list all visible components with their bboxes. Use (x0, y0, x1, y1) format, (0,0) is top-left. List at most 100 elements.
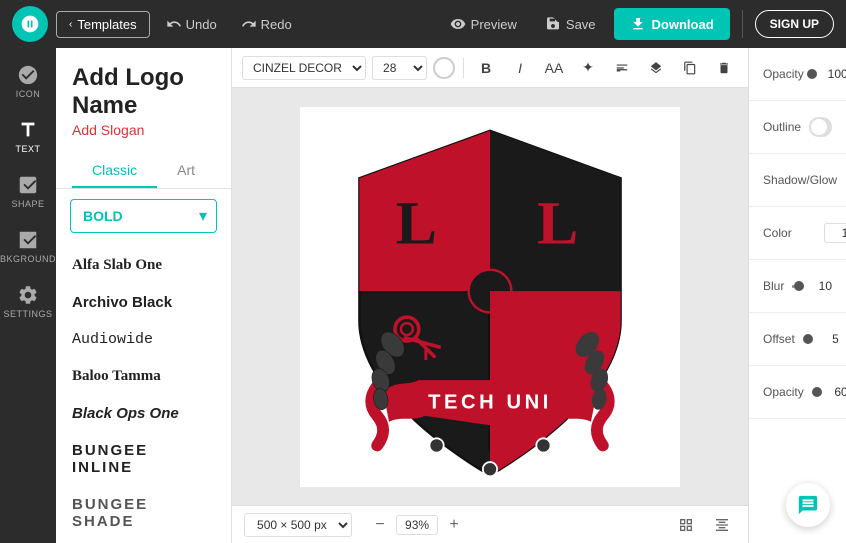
sparkle-button[interactable]: ✦ (574, 54, 602, 82)
align-button[interactable] (608, 54, 636, 82)
main-area: ICON TEXT SHAPE BKGROUND SETTINGS Add Lo… (0, 48, 846, 543)
svg-text:L: L (396, 189, 437, 257)
sidebar-item-text[interactable]: TEXT (0, 111, 56, 162)
panel-subtitle[interactable]: Add Slogan (72, 122, 215, 138)
sidebar-shape-label: SHAPE (11, 199, 44, 209)
download-icon (630, 16, 646, 32)
canvas-container[interactable]: L L (232, 88, 748, 505)
bold-label: B (481, 60, 491, 76)
settings-icon (17, 284, 39, 306)
sidebar-item-shape[interactable]: SHAPE (0, 166, 56, 217)
font-item-audiowide[interactable]: Audiowide (56, 321, 231, 358)
save-button[interactable]: Save (535, 11, 606, 37)
blur-value: 10 (804, 279, 832, 293)
panel-main-title: Add Logo Name (72, 64, 215, 120)
sidebar-item-bkground[interactable]: BKGROUND (0, 221, 56, 272)
save-label: Save (566, 17, 596, 32)
align-icon (615, 61, 629, 75)
templates-button[interactable]: ‹ Templates (56, 11, 150, 38)
redo-label: Redo (261, 17, 292, 32)
align-center-button[interactable] (708, 511, 736, 539)
preview-label: Preview (471, 17, 517, 32)
app-logo[interactable] (12, 6, 48, 42)
undo-label: Undo (186, 17, 217, 32)
outline-row: Outline (763, 111, 832, 143)
bold-button[interactable]: B (472, 54, 500, 82)
grid-button[interactable] (672, 511, 700, 539)
bottom-bar: 500 × 500 px − 93% + (232, 505, 748, 543)
layers-button[interactable] (642, 54, 670, 82)
undo-icon (166, 16, 182, 32)
dropdown-row: BOLD ▾ (56, 189, 231, 243)
font-item-black-ops-one[interactable]: Black Ops One (56, 395, 231, 432)
font-item-archivo-black[interactable]: Archivo Black (56, 284, 231, 321)
offset-value: 5 (811, 332, 839, 346)
blur-section: Blur 10 (749, 260, 846, 313)
text-color-picker[interactable] (433, 57, 455, 79)
aa-button[interactable]: AA (540, 54, 568, 82)
font-item-bungee-shade[interactable]: BUNGEE SHADE (56, 486, 231, 540)
shadow-glow-label: Shadow/Glow (763, 173, 837, 187)
duplicate-button[interactable] (676, 54, 704, 82)
opacity2-value: 60 (820, 385, 846, 399)
style-dropdown-container: BOLD ▾ (70, 199, 217, 233)
download-label: Download (652, 17, 714, 32)
download-button[interactable]: Download (614, 8, 730, 40)
font-item-bungee-inline[interactable]: BUNGEE INLINE (56, 432, 231, 486)
italic-button[interactable]: I (506, 54, 534, 82)
grid-icon (678, 517, 694, 533)
tab-art[interactable]: Art (157, 154, 215, 188)
style-dropdown[interactable]: BOLD (70, 199, 217, 233)
blur-label: Blur (763, 279, 784, 293)
signup-button[interactable]: SIGN UP (755, 10, 834, 38)
icon-icon (17, 64, 39, 86)
toolbar: ‹ Templates Undo Redo Preview Save Downl… (0, 0, 846, 48)
chat-bubble[interactable] (786, 483, 830, 527)
blur-slider[interactable] (792, 285, 796, 288)
panel-title-area: Add Logo Name Add Slogan (56, 48, 231, 146)
zoom-out-button[interactable]: − (368, 513, 392, 537)
zoom-controls: − 93% + (368, 513, 466, 537)
opacity-section: Opacity 100 (749, 48, 846, 101)
chevron-left-icon: ‹ (69, 19, 72, 30)
canvas-size-select[interactable]: 500 × 500 px (244, 513, 352, 537)
duplicate-icon (683, 61, 697, 75)
trash-icon (717, 61, 731, 75)
delete-button[interactable] (710, 54, 738, 82)
opacity2-section: Opacity 60 (749, 366, 846, 419)
sidebar-settings-label: SETTINGS (4, 309, 53, 319)
offset-label: Offset (763, 332, 795, 346)
tab-classic[interactable]: Classic (72, 154, 157, 188)
sidebar-item-icon[interactable]: ICON (0, 56, 56, 107)
chat-icon (797, 494, 819, 516)
zoom-value[interactable]: 93% (396, 515, 438, 535)
font-list: Alfa Slab One Archivo Black Audiowide Ba… (56, 243, 231, 543)
color-row: Color (763, 217, 832, 249)
blur-row: Blur 10 (763, 270, 832, 302)
offset-row: Offset 5 (763, 323, 832, 355)
redo-icon (241, 16, 257, 32)
zoom-in-button[interactable]: + (442, 513, 466, 537)
logo-preview-svg: L L (300, 107, 680, 487)
left-panel: Add Logo Name Add Slogan Classic Art BOL… (56, 48, 232, 543)
format-bar: CINZEL DECOR 28 B I AA ✦ (232, 48, 748, 88)
opacity2-label: Opacity (763, 385, 804, 399)
redo-button[interactable]: Redo (233, 11, 300, 37)
canvas-area: CINZEL DECOR 28 B I AA ✦ (232, 48, 748, 543)
opacity-row: Opacity 100 (763, 58, 832, 90)
font-item-alfa-slab[interactable]: Alfa Slab One (56, 247, 231, 284)
outline-toggle[interactable] (809, 117, 832, 137)
svg-text:TECH UNI: TECH UNI (428, 391, 552, 413)
canvas-inner: L L (300, 107, 680, 487)
font-size-select[interactable]: 28 (372, 56, 427, 80)
undo-button[interactable]: Undo (158, 11, 225, 37)
background-icon (17, 229, 39, 251)
font-item-baloo-tamma[interactable]: Baloo Tamma (56, 358, 231, 395)
sidebar-icons: ICON TEXT SHAPE BKGROUND SETTINGS (0, 48, 56, 543)
sidebar-icon-label: ICON (16, 89, 41, 99)
color-value-input[interactable] (824, 223, 846, 243)
right-panel: Opacity 100 Outline Shadow/Glow (748, 48, 846, 543)
sidebar-item-settings[interactable]: SETTINGS (0, 276, 56, 327)
preview-button[interactable]: Preview (440, 11, 527, 37)
font-family-select[interactable]: CINZEL DECOR (242, 56, 366, 80)
